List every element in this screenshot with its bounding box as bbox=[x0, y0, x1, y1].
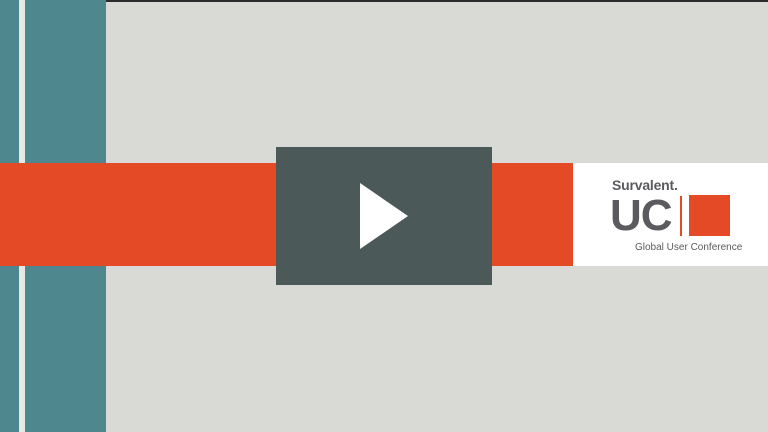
logo-uc-mark: UC bbox=[610, 191, 673, 240]
conference-logo: Survalent. UC Global User Conference bbox=[573, 163, 768, 266]
logo-square bbox=[689, 195, 730, 236]
logo-divider bbox=[680, 196, 682, 236]
logo-tagline: Global User Conference bbox=[635, 242, 743, 253]
play-icon bbox=[360, 183, 408, 249]
play-button[interactable] bbox=[276, 147, 492, 285]
top-border bbox=[0, 0, 768, 2]
